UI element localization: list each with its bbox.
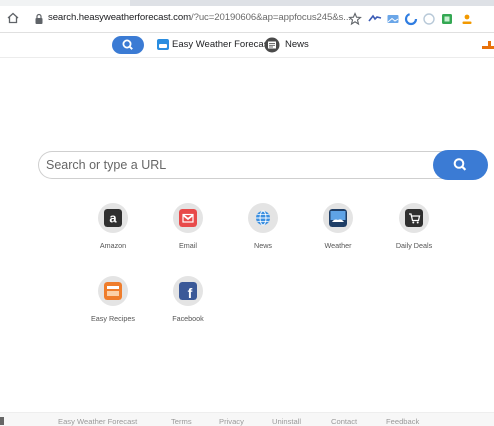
- sync-extension-icon[interactable]: [404, 12, 418, 26]
- tile-facebook[interactable]: f Facebook: [157, 276, 217, 336]
- shopping-cart-icon: [405, 209, 423, 227]
- tile-label: Weather: [324, 241, 352, 250]
- tile-circle: f: [173, 276, 203, 306]
- lock-icon[interactable]: [34, 13, 44, 25]
- news-link[interactable]: News: [285, 39, 309, 50]
- weather-extension-icon[interactable]: [368, 12, 382, 26]
- weather-logo-icon: [157, 39, 169, 50]
- url-field[interactable]: search.heasyweatherforecast.com/?uc=2019…: [48, 12, 351, 23]
- svg-text:a: a: [109, 211, 117, 226]
- news-icon[interactable]: [264, 37, 280, 53]
- weather-icon: [329, 209, 347, 227]
- search-input[interactable]: [46, 151, 426, 179]
- address-bar: search.heasyweatherforecast.com/?uc=2019…: [0, 6, 494, 33]
- tile-news[interactable]: News: [232, 203, 292, 263]
- footer: Easy Weather Forecast Terms Privacy Unin…: [0, 412, 494, 426]
- tile-easy-recipes[interactable]: Easy Recipes: [82, 276, 142, 336]
- svg-text:f: f: [188, 285, 193, 300]
- star-icon[interactable]: [348, 12, 362, 26]
- green-extension-icon[interactable]: [440, 12, 454, 26]
- tile-label: Amazon: [99, 241, 127, 250]
- tile-circle: [248, 203, 278, 233]
- tile-label: Email: [179, 241, 197, 250]
- search-icon: [453, 158, 467, 171]
- search-button[interactable]: [433, 150, 488, 180]
- tile-circle: [399, 203, 429, 233]
- tile-circle: [98, 276, 128, 306]
- email-icon: [179, 209, 197, 227]
- extension-title[interactable]: Easy Weather Forecast: [172, 39, 271, 50]
- facebook-icon: f: [179, 282, 197, 300]
- tile-email[interactable]: Email: [157, 203, 217, 263]
- amazon-icon: a: [104, 209, 122, 227]
- tile-circle: [173, 203, 203, 233]
- extension-toolbar: Easy Weather Forecast News: [0, 33, 494, 58]
- tile-label: Easy Recipes: [91, 314, 135, 323]
- toolbar-search-button[interactable]: [112, 36, 144, 54]
- tile-circle: a: [98, 203, 128, 233]
- shield-extension-icon[interactable]: [422, 12, 436, 26]
- tile-label: Daily Deals: [395, 241, 433, 250]
- tile-weather[interactable]: Weather: [307, 203, 367, 263]
- url-path: /?uc=20190606&ap=appfocus245&s...: [191, 12, 351, 23]
- url-host: search.heasyweatherforecast.com: [48, 12, 192, 23]
- tile-circle: [323, 203, 353, 233]
- profile-icon[interactable]: [460, 12, 474, 26]
- home-icon[interactable]: [6, 11, 20, 25]
- globe-icon: [256, 210, 270, 226]
- image-extension-icon[interactable]: [386, 12, 400, 26]
- tile-amazon[interactable]: a Amazon: [82, 203, 142, 263]
- tile-label: News: [254, 241, 272, 250]
- footer-marker: [0, 417, 4, 425]
- recipe-icon: [104, 282, 122, 300]
- search-icon: [122, 39, 133, 50]
- tile-daily-deals[interactable]: Daily Deals: [383, 203, 443, 263]
- tile-label: Facebook: [172, 314, 204, 323]
- notification-icon[interactable]: [482, 40, 494, 50]
